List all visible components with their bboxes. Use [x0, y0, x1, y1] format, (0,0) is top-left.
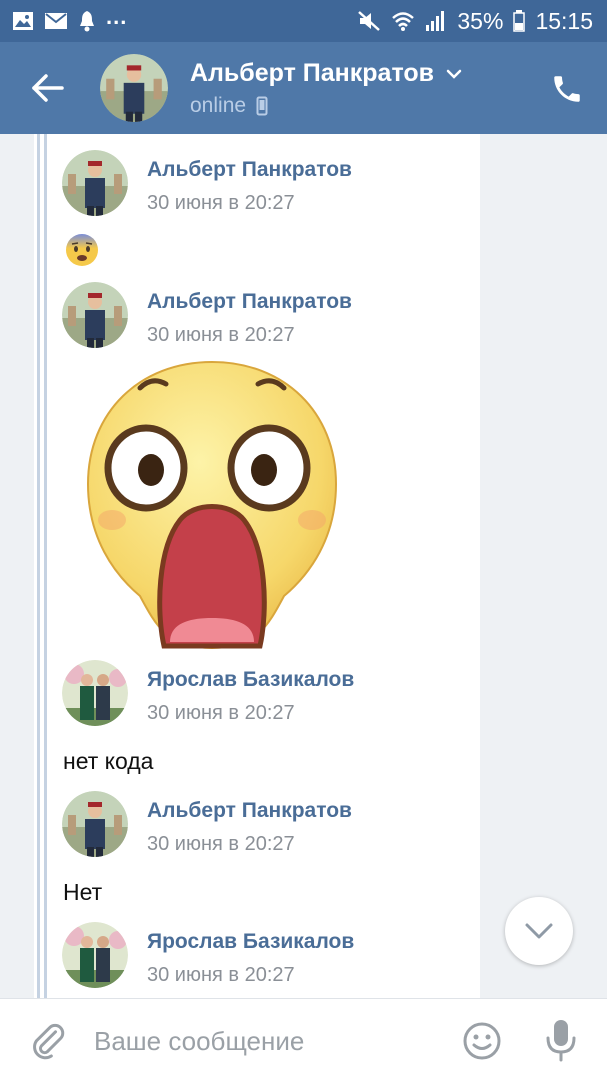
mail-notification-icon [44, 12, 68, 30]
voice-message-button[interactable] [544, 1018, 578, 1062]
message-input[interactable] [92, 1017, 436, 1065]
clock: 15:15 [535, 8, 593, 34]
author-photo [62, 922, 128, 988]
shocked-face-sticker-icon[interactable] [84, 360, 340, 652]
image-notification-icon [12, 11, 34, 31]
emoji-button[interactable] [462, 1021, 502, 1061]
chat-header: Альберт Панкратов online [0, 42, 607, 134]
message-time: 30 июня в 20:27 [147, 702, 295, 724]
chevron-down-icon [446, 69, 462, 79]
author-photo [62, 791, 128, 857]
message-avatar[interactable] [62, 791, 128, 857]
author-photo [62, 150, 128, 216]
paperclip-icon [33, 1023, 65, 1060]
call-button[interactable] [550, 72, 584, 106]
message-avatar[interactable] [62, 282, 128, 348]
status-bar: ... 35% 15:15 [0, 0, 607, 42]
battery-icon [513, 10, 526, 32]
message-text: Нет [63, 879, 103, 905]
message-avatar[interactable] [62, 660, 128, 726]
contact-status: online [190, 94, 247, 117]
attach-button[interactable] [28, 1021, 68, 1061]
smiley-icon [463, 1022, 501, 1060]
message-list[interactable]: Альберт Панкратов 30 июня в 20:27 Альбер… [0, 134, 607, 998]
signal-icon [425, 10, 447, 32]
author-photo [62, 282, 128, 348]
mute-icon [357, 10, 381, 32]
contact-name-dropdown[interactable]: Альберт Панкратов [190, 59, 462, 88]
message-time: 30 июня в 20:27 [147, 833, 295, 855]
wifi-icon [391, 10, 415, 32]
message-time: 30 июня в 20:27 [147, 324, 295, 346]
message-time: 30 июня в 20:27 [147, 964, 295, 986]
back-button[interactable] [30, 72, 66, 104]
message-avatar[interactable] [62, 922, 128, 988]
message-time: 30 июня в 20:27 [147, 192, 295, 214]
back-arrow-icon [32, 74, 64, 102]
more-notifications-icon: ... [106, 4, 128, 29]
message-text: нет кода [63, 748, 154, 774]
chevron-down-icon [525, 923, 553, 939]
scroll-to-bottom-button[interactable] [505, 897, 573, 965]
message-author[interactable]: Альберт Панкратов [147, 290, 352, 314]
contact-avatar[interactable] [100, 54, 168, 122]
contact-name: Альберт Панкратов [190, 59, 434, 87]
mobile-device-icon [256, 96, 268, 116]
author-photo [62, 660, 128, 726]
anxious-face-emoji-icon [66, 234, 98, 266]
bell-notification-icon [78, 10, 96, 32]
phone-icon [554, 76, 580, 102]
microphone-icon [546, 1020, 576, 1062]
message-avatar[interactable] [62, 150, 128, 216]
message-author[interactable]: Ярослав Базикалов [147, 668, 354, 692]
message-author[interactable]: Ярослав Базикалов [147, 930, 354, 954]
forward-indent-line [37, 134, 40, 998]
contact-avatar-photo [100, 54, 168, 122]
message-author[interactable]: Альберт Панкратов [147, 158, 352, 182]
message-author[interactable]: Альберт Панкратов [147, 799, 352, 823]
contact-status-row: online [190, 94, 268, 118]
message-composer [0, 998, 607, 1080]
battery-percent: 35% [457, 8, 504, 34]
forward-indent-line [44, 134, 47, 998]
